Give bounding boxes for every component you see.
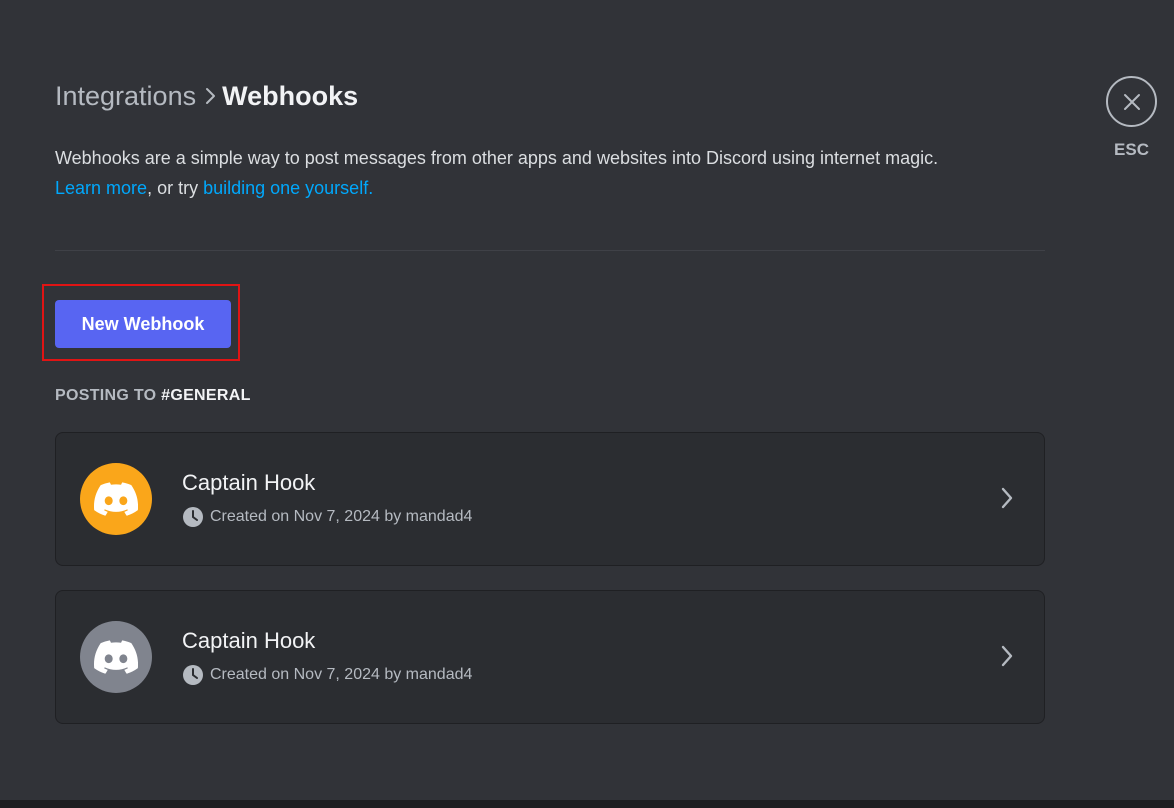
webhook-list-item[interactable]: Captain Hook Created on Nov 7, 2024 by m… [55, 590, 1045, 724]
discord-logo-icon [94, 482, 138, 516]
chevron-right-icon [1000, 643, 1014, 669]
esc-label: ESC [1114, 140, 1149, 159]
chevron-right-icon [204, 86, 216, 106]
close-control: ESC [1104, 76, 1159, 161]
chevron-right-icon [1000, 485, 1014, 511]
webhook-list-item[interactable]: Captain Hook Created on Nov 7, 2024 by m… [55, 432, 1045, 566]
discord-logo-icon [94, 640, 138, 674]
posting-channel-name: #GENERAL [161, 387, 251, 404]
webhooks-settings-page: Integrations Webhooks Webhooks are a sim… [0, 0, 1174, 808]
close-icon [1123, 93, 1140, 110]
section-divider [55, 250, 1045, 251]
webhook-name: Captain Hook [182, 470, 316, 495]
close-button[interactable] [1106, 76, 1157, 127]
clock-icon [182, 506, 204, 528]
webhook-created-info: Created on Nov 7, 2024 by mandad4 [182, 663, 472, 687]
webhook-created-text: Created on Nov 7, 2024 by mandad4 [210, 508, 473, 525]
new-webhook-button[interactable]: New Webhook [55, 300, 231, 348]
webhook-created-text: Created on Nov 7, 2024 by mandad4 [210, 666, 473, 683]
webhook-created-info: Created on Nov 7, 2024 by mandad4 [182, 505, 472, 529]
webhooks-description: Webhooks are a simple way to post messag… [55, 143, 1055, 203]
posting-to-label: POSTING TO #GENERAL [55, 385, 251, 407]
bottom-edge-strip [0, 800, 1174, 808]
learn-more-link[interactable]: Learn more [55, 178, 147, 198]
posting-to-prefix: POSTING TO [55, 387, 162, 404]
description-connector: , or try [147, 178, 204, 198]
clock-icon [182, 664, 204, 686]
description-text: Webhooks are a simple way to post messag… [55, 148, 939, 168]
page-title: Webhooks [222, 81, 359, 111]
breadcrumb: Integrations Webhooks [55, 78, 358, 114]
webhook-avatar [80, 463, 152, 535]
build-one-yourself-link[interactable]: building one yourself. [203, 178, 373, 198]
webhook-avatar [80, 621, 152, 693]
breadcrumb-integrations-link[interactable]: Integrations [55, 78, 196, 114]
webhook-name: Captain Hook [182, 628, 316, 653]
